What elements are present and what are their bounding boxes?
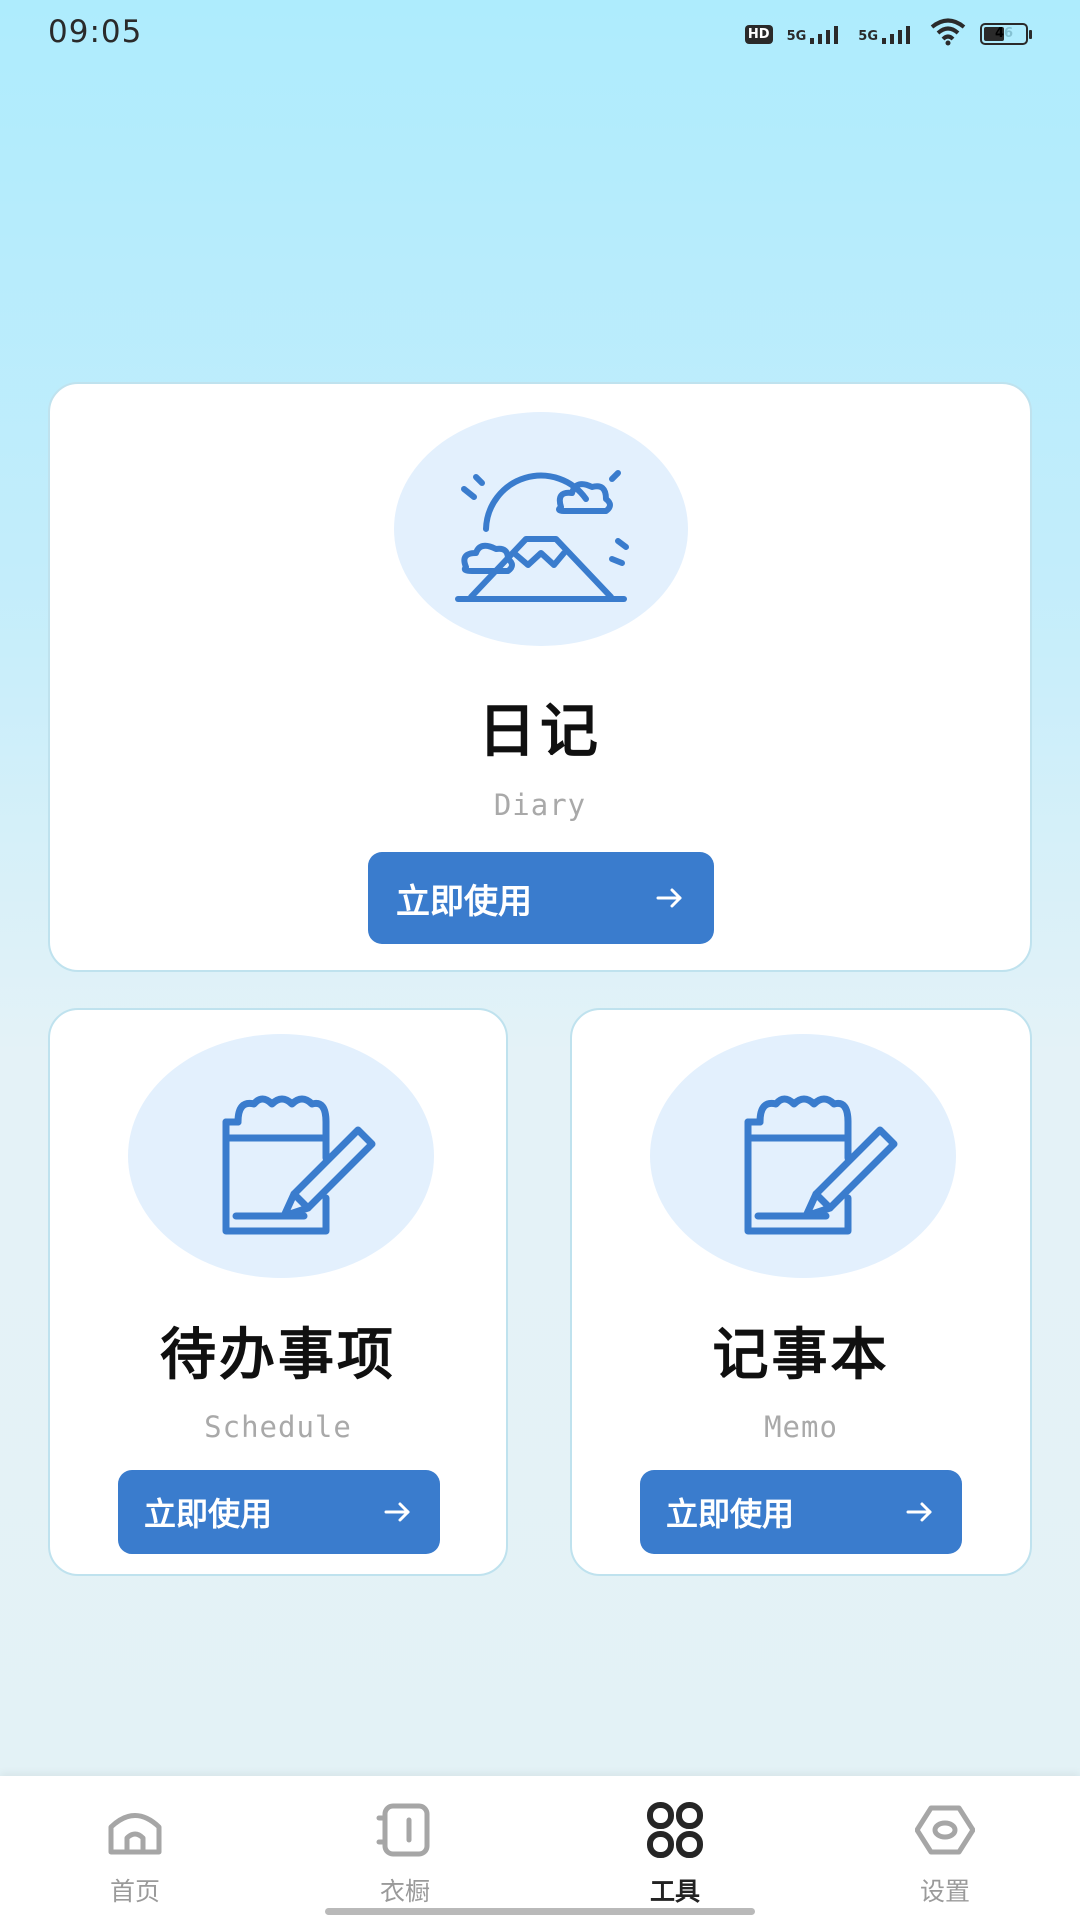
cellular-signal-icon: 5G — [787, 24, 845, 44]
home-icon — [108, 1813, 162, 1855]
diary-use-button-label: 立即使用 — [396, 881, 532, 922]
diary-use-button[interactable]: 立即使用 — [368, 852, 714, 944]
nav-label-wardrobe: 衣橱 — [379, 1877, 430, 1906]
schedule-use-button[interactable]: 立即使用 — [118, 1470, 440, 1554]
nav-label-home: 首页 — [109, 1877, 160, 1906]
notepad-pencil-icon — [744, 1095, 898, 1235]
status-icons: HD 5G 5G 46 — [744, 14, 1032, 54]
nav-item-settings[interactable]: 设置 — [810, 1776, 1080, 1920]
memo-subtitle: Memo — [764, 1410, 838, 1444]
schedule-icon-circle — [128, 1034, 434, 1278]
hd-icon: HD — [744, 24, 773, 44]
schedule-title: 待办事项 — [160, 1323, 396, 1388]
memo-title: 记事本 — [712, 1323, 890, 1388]
cellular-signal-icon-2: 5G — [858, 24, 916, 44]
wifi-icon — [930, 18, 966, 50]
arrow-right-icon — [656, 888, 682, 908]
battery-icon: 46 — [980, 23, 1032, 45]
status-time: 09:05 — [48, 14, 143, 50]
diary-title: 日记 — [477, 697, 602, 765]
settings-icon — [915, 1805, 975, 1855]
nav-item-tools[interactable]: 工具 — [540, 1776, 810, 1920]
tools-grid-icon — [647, 1802, 703, 1858]
nav-item-home[interactable]: 首页 — [0, 1776, 270, 1920]
schedule-card[interactable]: 待办事项 Schedule 立即使用 — [48, 1008, 508, 1576]
arrow-right-icon — [906, 1502, 932, 1522]
nav-item-wardrobe[interactable]: 衣橱 — [270, 1776, 540, 1920]
nav-label-tools: 工具 — [649, 1877, 700, 1906]
diary-icon-circle — [394, 412, 688, 646]
memo-use-button-label: 立即使用 — [666, 1495, 795, 1533]
memo-use-button[interactable]: 立即使用 — [640, 1470, 962, 1554]
wardrobe-icon — [376, 1803, 430, 1857]
mountain-sun-icon — [455, 470, 629, 602]
memo-icon-circle — [650, 1034, 956, 1278]
notepad-pencil-icon — [222, 1095, 376, 1235]
memo-card[interactable]: 记事本 Memo 立即使用 — [570, 1008, 1032, 1576]
status-bar: 09:05 HD 5G 5G 46 — [0, 0, 1080, 70]
bottom-nav: 首页 衣橱 工具 设置 — [0, 1776, 1080, 1920]
arrow-right-icon — [384, 1502, 410, 1522]
nav-label-settings: 设置 — [919, 1877, 970, 1906]
diary-card[interactable]: 日记 Diary 立即使用 — [48, 382, 1032, 972]
home-indicator[interactable] — [325, 1908, 755, 1915]
schedule-subtitle: Schedule — [204, 1410, 352, 1444]
schedule-use-button-label: 立即使用 — [144, 1495, 273, 1533]
diary-subtitle: Diary — [493, 788, 587, 822]
